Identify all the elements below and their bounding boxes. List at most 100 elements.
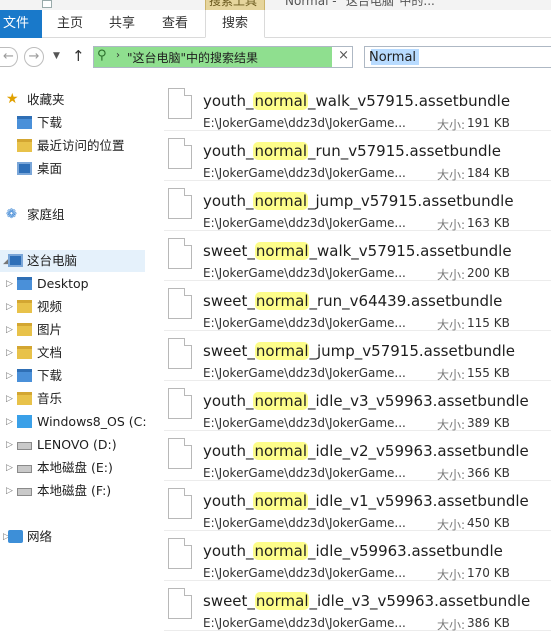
sidebar-item-desktop-folder[interactable]: ▷ Desktop — [0, 273, 145, 295]
sidebar-item-network[interactable]: ▷ 网络 — [0, 526, 145, 548]
list-item[interactable]: youth_normal_idle_v59963.assetbundle E:\J… — [164, 531, 551, 582]
list-item[interactable]: sweet_normal_run_v64439.assetbundle E:\Jo… — [164, 281, 551, 332]
back-button[interactable]: ← — [0, 47, 18, 67]
list-item[interactable]: youth_normal_walk_v57915.assetbundle E:\J… — [164, 81, 551, 132]
sidebar-item-label: 本地磁盘 (F:) — [37, 483, 112, 498]
title-bar: 搜索工具 Normal - "这台电脑"中的... — [0, 0, 551, 10]
chevron-right-icon[interactable]: ▷ — [6, 411, 13, 433]
sidebar-item-recent[interactable]: 最近访问的位置 — [0, 135, 145, 157]
search-term-highlight: normal — [253, 192, 309, 210]
list-item[interactable]: youth_normal_jump_v57915.assetbundle E:\J… — [164, 181, 551, 232]
sidebar-item-drive-e[interactable]: ▷ 本地磁盘 (E:) — [0, 457, 145, 479]
search-term-highlight: normal — [254, 292, 310, 310]
file-size: 163 KB — [467, 216, 510, 230]
chevron-right-icon[interactable]: ▷ — [6, 342, 13, 364]
file-size: 170 KB — [467, 566, 510, 580]
sidebar-item-downloads-pc[interactable]: ▷ 下载 — [0, 365, 145, 387]
sidebar-item-label: LENOVO (D:) — [37, 437, 117, 452]
list-item[interactable]: youth_normal_idle_v1_v59963.assetbundle E… — [164, 481, 551, 532]
file-path: E:\JokerGame\ddz3d\JokerGame... — [203, 166, 406, 180]
list-item[interactable]: sweet_normal_walk_v57915.assetbundle E:\J… — [164, 231, 551, 282]
search-input[interactable] — [369, 49, 549, 65]
list-item[interactable]: youth_normal_idle_v3_v59963.assetbundle E… — [164, 381, 551, 432]
sidebar-item-drive-f[interactable]: ▷ 本地磁盘 (F:) — [0, 480, 145, 502]
drive-icon — [17, 465, 32, 473]
back-arrow-icon: ← — [3, 49, 14, 64]
sidebar-item-documents[interactable]: ▷ 文档 — [0, 342, 145, 364]
file-icon — [168, 288, 192, 319]
sidebar-item-this-pc[interactable]: ◢ 这台电脑 — [0, 250, 145, 272]
network-icon — [8, 530, 23, 543]
list-item[interactable]: youth_normal_run_v57915.assetbundle E:\Jo… — [164, 131, 551, 182]
sidebar-item-drive-c[interactable]: ▷ Windows8_OS (C:) — [0, 411, 151, 433]
file-name: youth_normal_jump_v57915.assetbundle — [203, 192, 514, 210]
sidebar-item-label: 网络 — [27, 529, 53, 544]
chevron-right-icon[interactable]: ▷ — [6, 480, 13, 502]
list-item[interactable]: sweet_normal_idle_v3_v59963.assetbundle E… — [164, 581, 551, 632]
sidebar-item-homegroup[interactable]: ❁ 家庭组 — [0, 204, 145, 226]
forward-arrow-icon: → — [28, 49, 40, 64]
file-name: sweet_normal_run_v64439.assetbundle — [203, 292, 502, 310]
address-bar[interactable]: ⚲ › "这台电脑"中的搜索结果 × — [93, 46, 353, 68]
chevron-right-icon[interactable]: ▷ — [6, 388, 13, 410]
file-name-suffix: _idle_v3_v59963.assetbundle — [308, 392, 529, 410]
documents-folder-icon — [17, 346, 32, 359]
sidebar-item-label: 这台电脑 — [27, 253, 78, 268]
chevron-right-icon[interactable]: › — [116, 50, 120, 61]
file-name-prefix: youth_ — [203, 192, 254, 210]
sidebar-item-label: Windows8_OS (C:) — [37, 414, 152, 429]
sidebar-item-desktop[interactable]: 桌面 — [0, 158, 145, 180]
context-tab-label: 搜索工具 — [209, 0, 258, 8]
file-icon — [168, 338, 192, 369]
sidebar-item-favorites[interactable]: ★ 收藏夹 — [0, 89, 145, 111]
search-term-highlight: normal — [253, 92, 309, 110]
tab-home[interactable]: 主页 — [45, 10, 95, 38]
file-path: E:\JokerGame\ddz3d\JokerGame... — [203, 316, 406, 330]
sidebar-item-label: 家庭组 — [27, 207, 65, 222]
forward-button[interactable]: → — [24, 47, 44, 67]
tab-file[interactable]: 文件 — [0, 10, 42, 38]
ribbon-tabs: 文件 主页 共享 查看 搜索 — [0, 10, 551, 38]
up-arrow-icon[interactable]: ↑ — [72, 47, 85, 65]
star-icon: ★ — [6, 91, 19, 107]
list-item[interactable]: sweet_normal_jump_v57915.assetbundle E:\J… — [164, 331, 551, 382]
homegroup-icon: ❁ — [6, 207, 17, 222]
search-term-highlight: normal — [254, 592, 310, 610]
tab-share[interactable]: 共享 — [97, 10, 147, 38]
file-name: youth_normal_idle_v1_v59963.assetbundle — [203, 492, 529, 510]
search-term-highlight: normal — [253, 392, 309, 410]
sidebar-item-pictures[interactable]: ▷ 图片 — [0, 319, 145, 341]
file-size: 389 KB — [467, 416, 510, 430]
close-icon[interactable]: × — [338, 48, 349, 63]
file-path: E:\JokerGame\ddz3d\JokerGame... — [203, 566, 406, 580]
sidebar-item-label: 本地磁盘 (E:) — [37, 460, 113, 475]
sidebar-item-label: 图片 — [37, 322, 63, 337]
file-name-prefix: sweet_ — [203, 292, 255, 310]
chevron-right-icon[interactable]: ▷ — [6, 296, 13, 318]
file-name: youth_normal_run_v57915.assetbundle — [203, 142, 501, 160]
sidebar-item-label: Desktop — [37, 276, 89, 291]
file-icon — [168, 88, 192, 119]
file-size: 184 KB — [467, 166, 510, 180]
quick-access-icon[interactable] — [42, 0, 52, 8]
file-name-prefix: youth_ — [203, 392, 254, 410]
search-box[interactable] — [364, 46, 551, 68]
list-item[interactable]: youth_normal_idle_v2_v59963.assetbundle E… — [164, 431, 551, 482]
recent-locations-chevron-down-icon[interactable]: ▼ — [53, 51, 60, 61]
chevron-right-icon[interactable]: ▷ — [6, 434, 13, 456]
file-name-prefix: sweet_ — [203, 342, 255, 360]
sidebar-item-videos[interactable]: ▷ 视频 — [0, 296, 145, 318]
sidebar-item-label: 视频 — [37, 299, 63, 314]
file-path: E:\JokerGame\ddz3d\JokerGame... — [203, 216, 406, 230]
sidebar-item-drive-d[interactable]: ▷ LENOVO (D:) — [0, 434, 145, 456]
tab-search[interactable]: 搜索 — [205, 10, 265, 38]
chevron-right-icon[interactable]: ▷ — [6, 457, 13, 479]
chevron-right-icon[interactable]: ▷ — [6, 273, 13, 295]
tab-view[interactable]: 查看 — [150, 10, 200, 38]
sidebar-item-music[interactable]: ▷ 音乐 — [0, 388, 145, 410]
chevron-right-icon[interactable]: ▷ — [6, 365, 13, 387]
file-path: E:\JokerGame\ddz3d\JokerGame... — [203, 116, 406, 130]
chevron-right-icon[interactable]: ▷ — [6, 319, 13, 341]
sidebar-item-downloads[interactable]: 下载 — [0, 112, 145, 134]
file-name-prefix: youth_ — [203, 92, 254, 110]
